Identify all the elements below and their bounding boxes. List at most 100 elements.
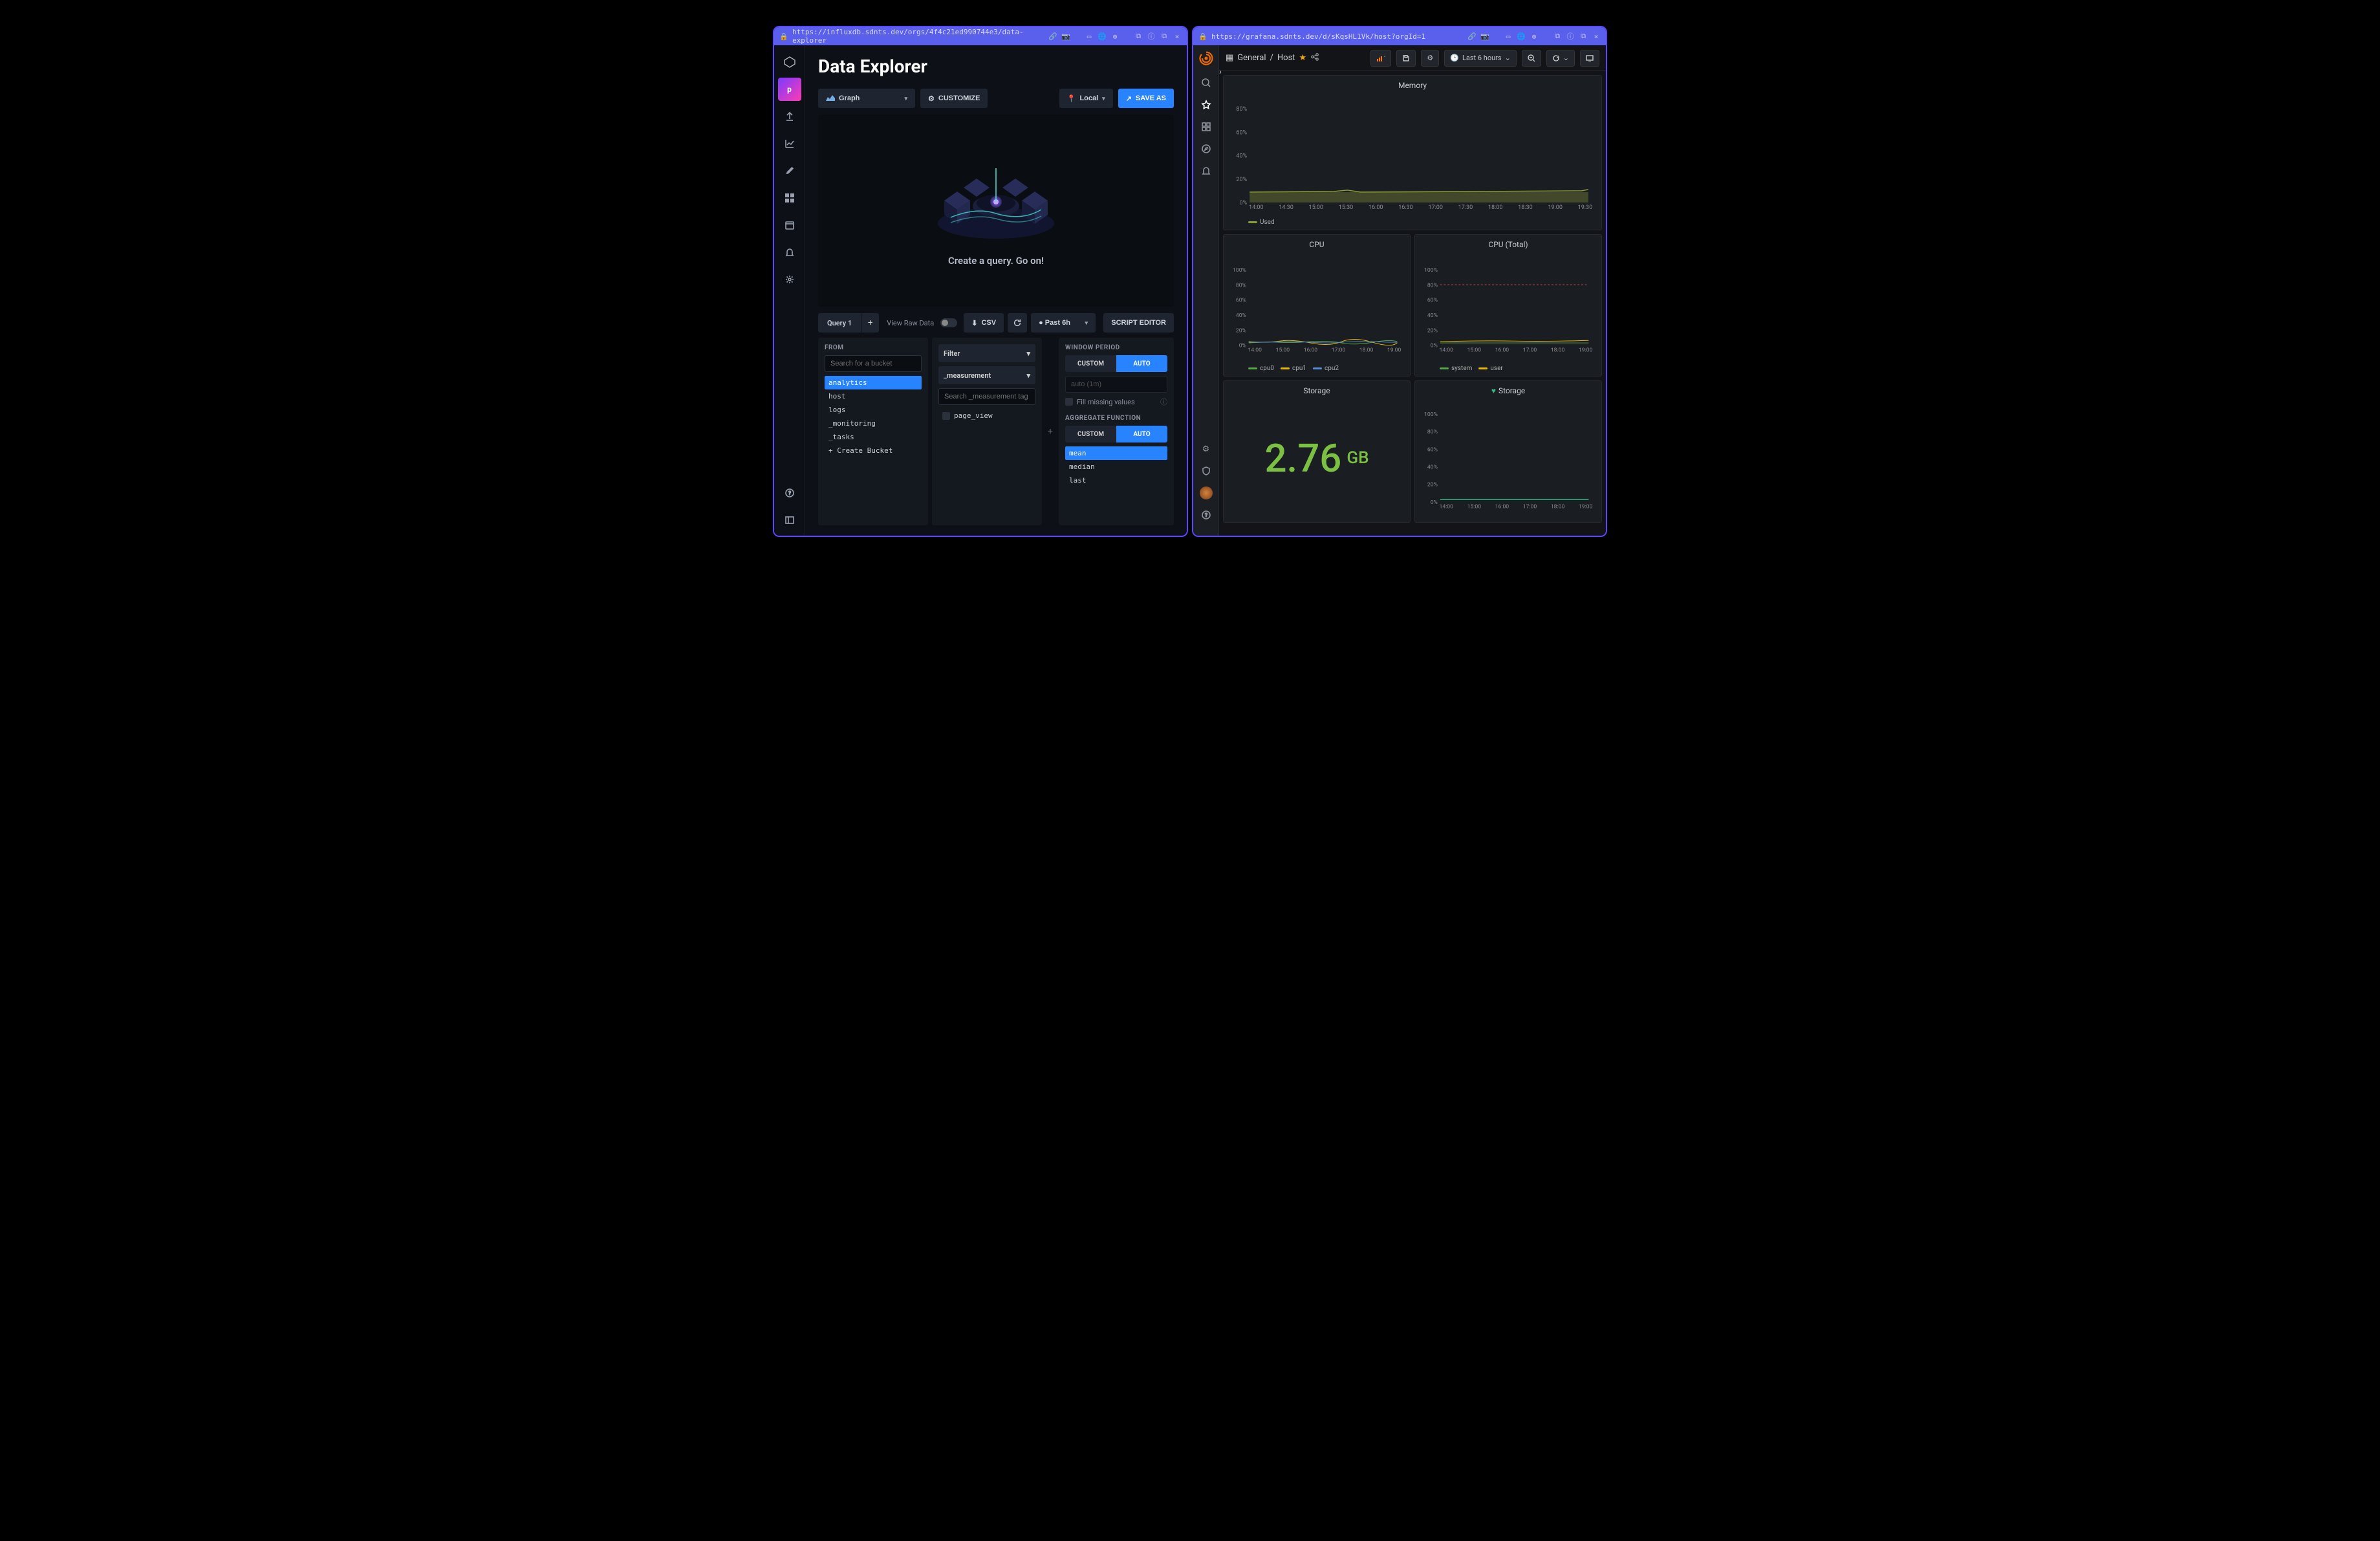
sidebar-expand-button[interactable]: › (1219, 67, 1222, 77)
csv-button[interactable]: ⬇ CSV (964, 313, 1004, 333)
star-icon[interactable] (1200, 98, 1213, 111)
share-icon[interactable] (1310, 52, 1319, 64)
sidebar-item-project[interactable]: p (778, 78, 801, 101)
camera-icon[interactable]: 📷 (1061, 32, 1070, 41)
query-tab[interactable]: Query 1 (818, 313, 861, 333)
gear-icon[interactable]: ⚙ (1200, 443, 1213, 455)
save-as-button[interactable]: ↗ SAVE AS (1118, 89, 1174, 108)
customize-button[interactable]: ⚙ CUSTOMIZE (920, 89, 988, 108)
fill-missing-row[interactable]: Fill missing values ⓘ (1065, 397, 1167, 407)
popout-icon[interactable]: ⧉ (1160, 32, 1169, 41)
panel-cpu[interactable]: CPU 0%20%40%60%80%100% 14:0015:0016:0017… (1223, 234, 1411, 377)
grafana-window: 🔒 https://grafana.sdnts.dev/d/sKqsHL1Vk/… (1192, 26, 1607, 537)
collapse-icon[interactable] (778, 508, 801, 532)
gear-icon[interactable]: ⚙ (1110, 32, 1120, 41)
help-icon[interactable]: ? (1200, 508, 1213, 521)
refresh-button[interactable]: ⌄ (1546, 50, 1575, 67)
save-button[interactable] (1396, 50, 1416, 67)
help-icon[interactable]: ? (778, 481, 801, 505)
svg-text:40%: 40% (1427, 312, 1438, 319)
settings-icon[interactable] (778, 268, 801, 291)
extension-icon[interactable]: ⧉ (1134, 32, 1143, 41)
window-mode-segment[interactable]: CUSTOM AUTO (1065, 355, 1167, 372)
close-icon[interactable]: ✕ (1592, 32, 1601, 41)
zoom-out-button[interactable] (1522, 50, 1541, 67)
aggregate-mode-segment[interactable]: CUSTOM AUTO (1065, 426, 1167, 443)
svg-text:19:00: 19:00 (1579, 347, 1593, 353)
panel-storage-chart[interactable]: ♥Storage 0%20%40%60%80%100% 14:0015:0016… (1414, 380, 1602, 523)
globe-icon[interactable]: 🌐 (1098, 32, 1107, 41)
window-period-label: WINDOW PERIOD (1065, 344, 1167, 351)
info-icon[interactable]: ⓘ (1566, 32, 1575, 41)
popout-icon[interactable]: ⧉ (1579, 32, 1588, 41)
close-icon[interactable]: ✕ (1173, 32, 1182, 41)
extension-icon[interactable]: ⧉ (1553, 32, 1562, 41)
query-canvas: Create a query. Go on! (818, 115, 1174, 307)
upload-icon[interactable] (778, 105, 801, 128)
avatar-icon[interactable] (1200, 486, 1213, 499)
influx-sidebar: p (774, 45, 805, 536)
star-filled-icon[interactable]: ★ (1299, 53, 1307, 63)
view-mode-button[interactable] (1580, 50, 1599, 67)
bucket-search-input[interactable] (825, 355, 922, 372)
dashboards-icon[interactable] (1200, 120, 1213, 133)
grafana-logo-icon[interactable] (1198, 50, 1215, 67)
grid-icon[interactable] (778, 186, 801, 210)
bell-icon[interactable] (778, 241, 801, 264)
measurement-item[interactable]: page_view (938, 409, 1035, 422)
download-icon: ⬇ (971, 319, 977, 327)
svg-text:18:00: 18:00 (1551, 347, 1565, 353)
add-query-button[interactable]: + (861, 313, 879, 333)
cpu-total-chart: 0%20%40%60%80%100% 14:0015:0016:0017:001… (1422, 252, 1595, 364)
pencil-icon[interactable] (778, 159, 801, 182)
aggregate-item[interactable]: last (1065, 474, 1167, 487)
reader-icon[interactable]: ▭ (1085, 32, 1094, 41)
bucket-item[interactable]: _tasks (825, 430, 922, 444)
script-editor-button[interactable]: SCRIPT EDITOR (1103, 313, 1174, 333)
compass-icon[interactable] (1200, 142, 1213, 155)
shield-icon[interactable] (1200, 464, 1213, 477)
add-filter-button[interactable]: + (1046, 338, 1055, 525)
info-icon[interactable]: ⓘ (1147, 32, 1156, 41)
chart-icon[interactable] (778, 132, 801, 155)
bucket-item[interactable]: analytics (825, 376, 922, 389)
bucket-item[interactable]: _monitoring (825, 417, 922, 430)
measurement-search-input[interactable] (938, 388, 1035, 405)
calendar-icon[interactable] (778, 213, 801, 237)
bell-icon[interactable] (1200, 164, 1213, 177)
grafana-toolbar: ▦ General / Host ★ + (1219, 45, 1606, 71)
add-panel-button[interactable]: + (1370, 50, 1391, 67)
link-icon[interactable]: 🔗 (1048, 32, 1057, 41)
refresh-button[interactable] (1008, 313, 1027, 333)
time-range-dropdown[interactable]: ● Past 6h ▾ (1031, 313, 1096, 333)
breadcrumb[interactable]: ▦ General / Host ★ (1226, 52, 1319, 64)
link-icon[interactable]: 🔗 (1467, 32, 1477, 41)
timezone-dropdown[interactable]: 📍 Local ▾ (1059, 89, 1113, 108)
aggregate-item[interactable]: mean (1065, 446, 1167, 460)
panel-cpu-total[interactable]: CPU (Total) 0%20%40%60%80%100% 14:0015:0… (1414, 234, 1602, 377)
gear-icon[interactable]: ⚙ (1530, 32, 1539, 41)
time-range-picker[interactable]: 🕑 Last 6 hours ⌄ (1444, 50, 1517, 67)
help-icon[interactable]: ⓘ (1160, 397, 1167, 407)
settings-button[interactable]: ⚙ (1421, 50, 1439, 67)
globe-icon[interactable]: 🌐 (1517, 32, 1526, 41)
auto-window-input[interactable] (1065, 376, 1167, 393)
svg-text:15:00: 15:00 (1308, 204, 1323, 211)
panel-memory[interactable]: Memory 0%20%40%60%80% 14:0014:3015:0015:… (1223, 75, 1602, 230)
camera-icon[interactable]: 📷 (1480, 32, 1489, 41)
filter-type-dropdown[interactable]: Filter ▾ (938, 344, 1035, 362)
raw-data-toggle[interactable] (940, 318, 957, 327)
panel-storage-stat[interactable]: Storage 2.76 GB (1223, 380, 1411, 523)
measurement-dropdown[interactable]: _measurement ▾ (938, 366, 1035, 384)
aggregate-item[interactable]: median (1065, 460, 1167, 474)
influx-logo-icon[interactable] (778, 50, 801, 74)
bucket-item[interactable]: host (825, 389, 922, 403)
storage-value: 2.76 GB (1230, 398, 1403, 518)
measurement-checkbox[interactable] (942, 412, 950, 420)
bucket-item[interactable]: logs (825, 403, 922, 417)
fill-missing-checkbox[interactable] (1065, 398, 1073, 406)
reader-icon[interactable]: ▭ (1504, 32, 1513, 41)
viz-type-dropdown[interactable]: Graph ▾ (818, 89, 915, 108)
search-icon[interactable] (1200, 76, 1213, 89)
bucket-item[interactable]: + Create Bucket (825, 444, 922, 457)
